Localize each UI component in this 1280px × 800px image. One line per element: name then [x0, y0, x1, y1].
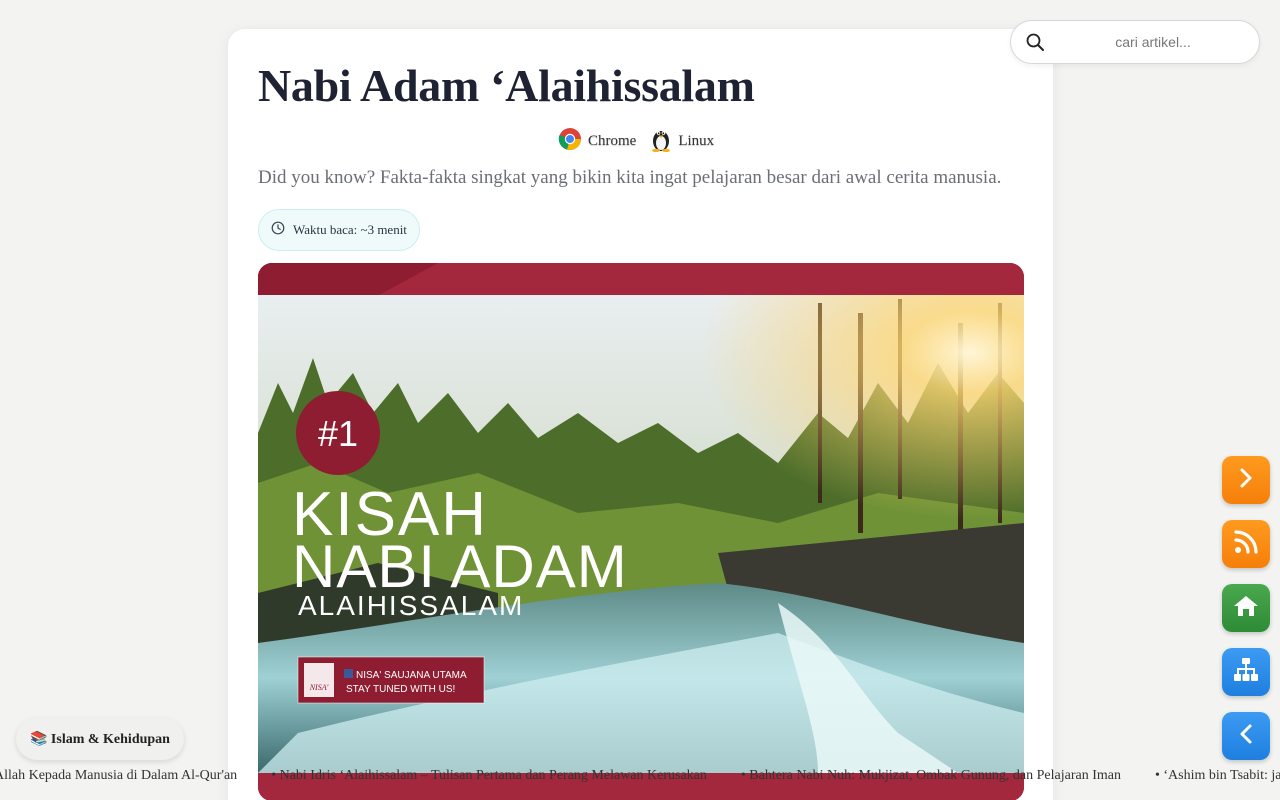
news-ticker: Allah Kepada Manusia di Dalam Al-Qur'an … [0, 768, 1280, 784]
search-box[interactable] [1010, 20, 1260, 64]
hero-image: #1 KISAH NABI ADAM ALAIHISSALAM NISA' NI… [258, 263, 1024, 800]
platform-label: Linux [678, 133, 715, 149]
platform-list: Chrome Linux [558, 126, 714, 157]
chrome-icon [558, 127, 582, 156]
search-icon [1025, 32, 1045, 57]
nisa-logo: NISA' [309, 683, 329, 692]
brand-line2: STAY TUNED WITH US! [346, 684, 455, 695]
hero-title-line3: ALAIHISSALAM [298, 590, 524, 621]
ticker-item[interactable]: Allah Kepada Manusia di Dalam Al-Qur'an [0, 768, 237, 784]
platform-linux: Linux [650, 126, 714, 157]
ticker-item[interactable]: • ‘Ashim bin Tsabit: janji d [1155, 768, 1280, 784]
sitemap-button[interactable] [1222, 648, 1270, 696]
article-card: Nabi Adam ‘Alaihissalam Chrome Linux Did… [227, 28, 1054, 800]
article-title: Nabi Adam ‘Alaihissalam [258, 60, 755, 111]
platform-label: Chrome [588, 133, 637, 149]
brand-line1: NISA' SAUJANA UTAMA [356, 670, 467, 681]
reading-time-badge: Waktu baca: ~3 menit [258, 209, 420, 251]
reading-time-text: Waktu baca: ~3 menit [293, 222, 407, 237]
category-chip[interactable]: 📚 Islam & Kehidupan [16, 718, 184, 760]
clock-icon [271, 221, 285, 239]
ticker-item[interactable]: • Bahtera Nabi Nuh: Mukjizat, Ombak Gunu… [741, 768, 1121, 784]
sitemap-icon [1233, 657, 1259, 688]
home-icon [1233, 594, 1259, 623]
search-input[interactable] [1055, 27, 1251, 57]
rss-icon [1233, 529, 1259, 560]
home-button[interactable] [1222, 584, 1270, 632]
platform-chrome: Chrome [558, 127, 636, 156]
linux-tux-icon [650, 126, 672, 157]
article-subtitle: Did you know? Fakta-fakta singkat yang b… [258, 167, 1002, 188]
ticker-item[interactable]: • Nabi Idris ‘Alaihissalam – Tulisan Per… [271, 768, 707, 784]
back-button[interactable] [1222, 712, 1270, 760]
next-button[interactable] [1222, 456, 1270, 504]
rss-button[interactable] [1222, 520, 1270, 568]
chevron-right-icon [1235, 467, 1257, 494]
chevron-left-icon [1235, 723, 1257, 750]
hero-number: #1 [318, 413, 358, 454]
